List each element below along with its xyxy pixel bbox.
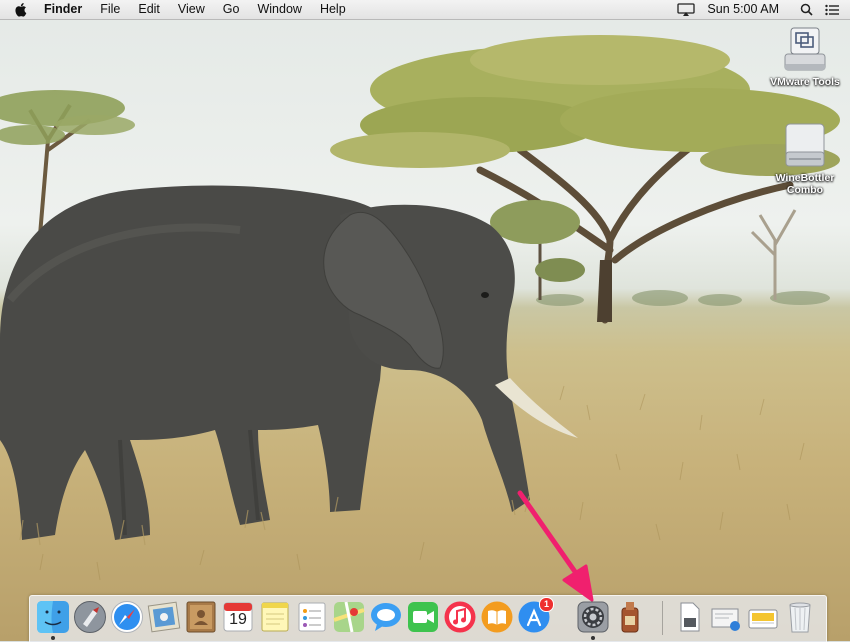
disk-drive-icon: [781, 120, 829, 172]
dock-item-maps[interactable]: [332, 600, 366, 634]
search-icon[interactable]: [796, 0, 816, 19]
menu-app-name[interactable]: Finder: [41, 0, 91, 19]
notes-icon: [261, 602, 289, 632]
dock-item-winebottler[interactable]: [613, 600, 647, 634]
dock-item-itunes[interactable]: [443, 600, 477, 634]
dock-item-facetime[interactable]: [406, 600, 440, 634]
airplay-icon[interactable]: [676, 0, 696, 19]
dock-item-safari[interactable]: [110, 600, 144, 634]
dock-separator: [662, 601, 663, 635]
desktop-wallpaper: [0, 0, 850, 641]
menu-window[interactable]: Window: [248, 0, 310, 19]
desktop-icon-winebottler-combo[interactable]: WineBottler Combo: [762, 120, 848, 196]
dock-item-mail[interactable]: [147, 600, 181, 634]
menu-clock[interactable]: Sun 5:00 AM: [699, 0, 793, 19]
maps-icon: [333, 601, 365, 633]
dock-item-launchpad[interactable]: [73, 600, 107, 634]
dock: 19 1: [29, 595, 827, 642]
folder-stack-icon: [748, 609, 778, 629]
dock-item-system-preferences[interactable]: [576, 600, 610, 640]
menu-edit[interactable]: Edit: [129, 0, 169, 19]
messages-icon: [371, 603, 401, 631]
menu-file[interactable]: File: [91, 0, 129, 19]
calendar-day: 19: [229, 611, 247, 628]
documents-stack-icon: [680, 602, 700, 632]
notification-center-icon[interactable]: [822, 0, 842, 19]
desktop-icon-label: VMware Tools: [770, 76, 840, 88]
trash-icon: [789, 602, 811, 633]
elephant: [0, 185, 578, 540]
dock-item-downloads[interactable]: [709, 600, 743, 634]
system-preferences-icon: [577, 601, 609, 633]
winebottler-icon: [621, 602, 639, 633]
menu-help[interactable]: Help: [311, 0, 355, 19]
dock-item-contacts[interactable]: [184, 600, 218, 634]
running-indicator: [51, 636, 55, 640]
launchpad-icon: [74, 601, 106, 633]
itunes-icon: [444, 601, 476, 633]
dock-item-trash[interactable]: [783, 600, 817, 634]
mail-icon: [147, 601, 181, 633]
dock-item-folder[interactable]: [746, 600, 780, 634]
dock-item-reminders[interactable]: [295, 600, 329, 634]
contacts-icon: [186, 601, 216, 633]
dock-item-documents[interactable]: [672, 600, 706, 634]
menu-go[interactable]: Go: [214, 0, 249, 19]
safari-icon: [111, 601, 143, 633]
vmware-tools-drive-icon: [781, 24, 829, 76]
dock-item-app-store[interactable]: 1: [517, 597, 554, 634]
menu-view[interactable]: View: [169, 0, 214, 19]
dock-item-messages[interactable]: [369, 600, 403, 634]
dock-item-notes[interactable]: [258, 600, 292, 634]
finder-icon: [37, 601, 69, 633]
notification-badge: 1: [539, 597, 554, 612]
desktop-icon-label: WineBottler Combo: [775, 172, 835, 196]
dead-tree: [750, 209, 797, 300]
ibooks-icon: [481, 601, 513, 633]
reminders-icon: [298, 602, 326, 632]
dock-item-finder[interactable]: [36, 600, 70, 640]
dock-item-calendar[interactable]: 19: [221, 600, 255, 634]
apple-menu-icon[interactable]: [13, 0, 30, 19]
dock-item-ibooks[interactable]: [480, 600, 514, 634]
facetime-icon: [408, 602, 438, 632]
desktop-icon-vmware-tools[interactable]: VMware Tools: [762, 24, 848, 88]
wallpaper-scene: [0, 35, 840, 581]
downloads-stack-icon: [711, 608, 740, 631]
running-indicator: [591, 636, 595, 640]
menu-bar: Finder File Edit View Go Window Help Sun…: [0, 0, 850, 20]
